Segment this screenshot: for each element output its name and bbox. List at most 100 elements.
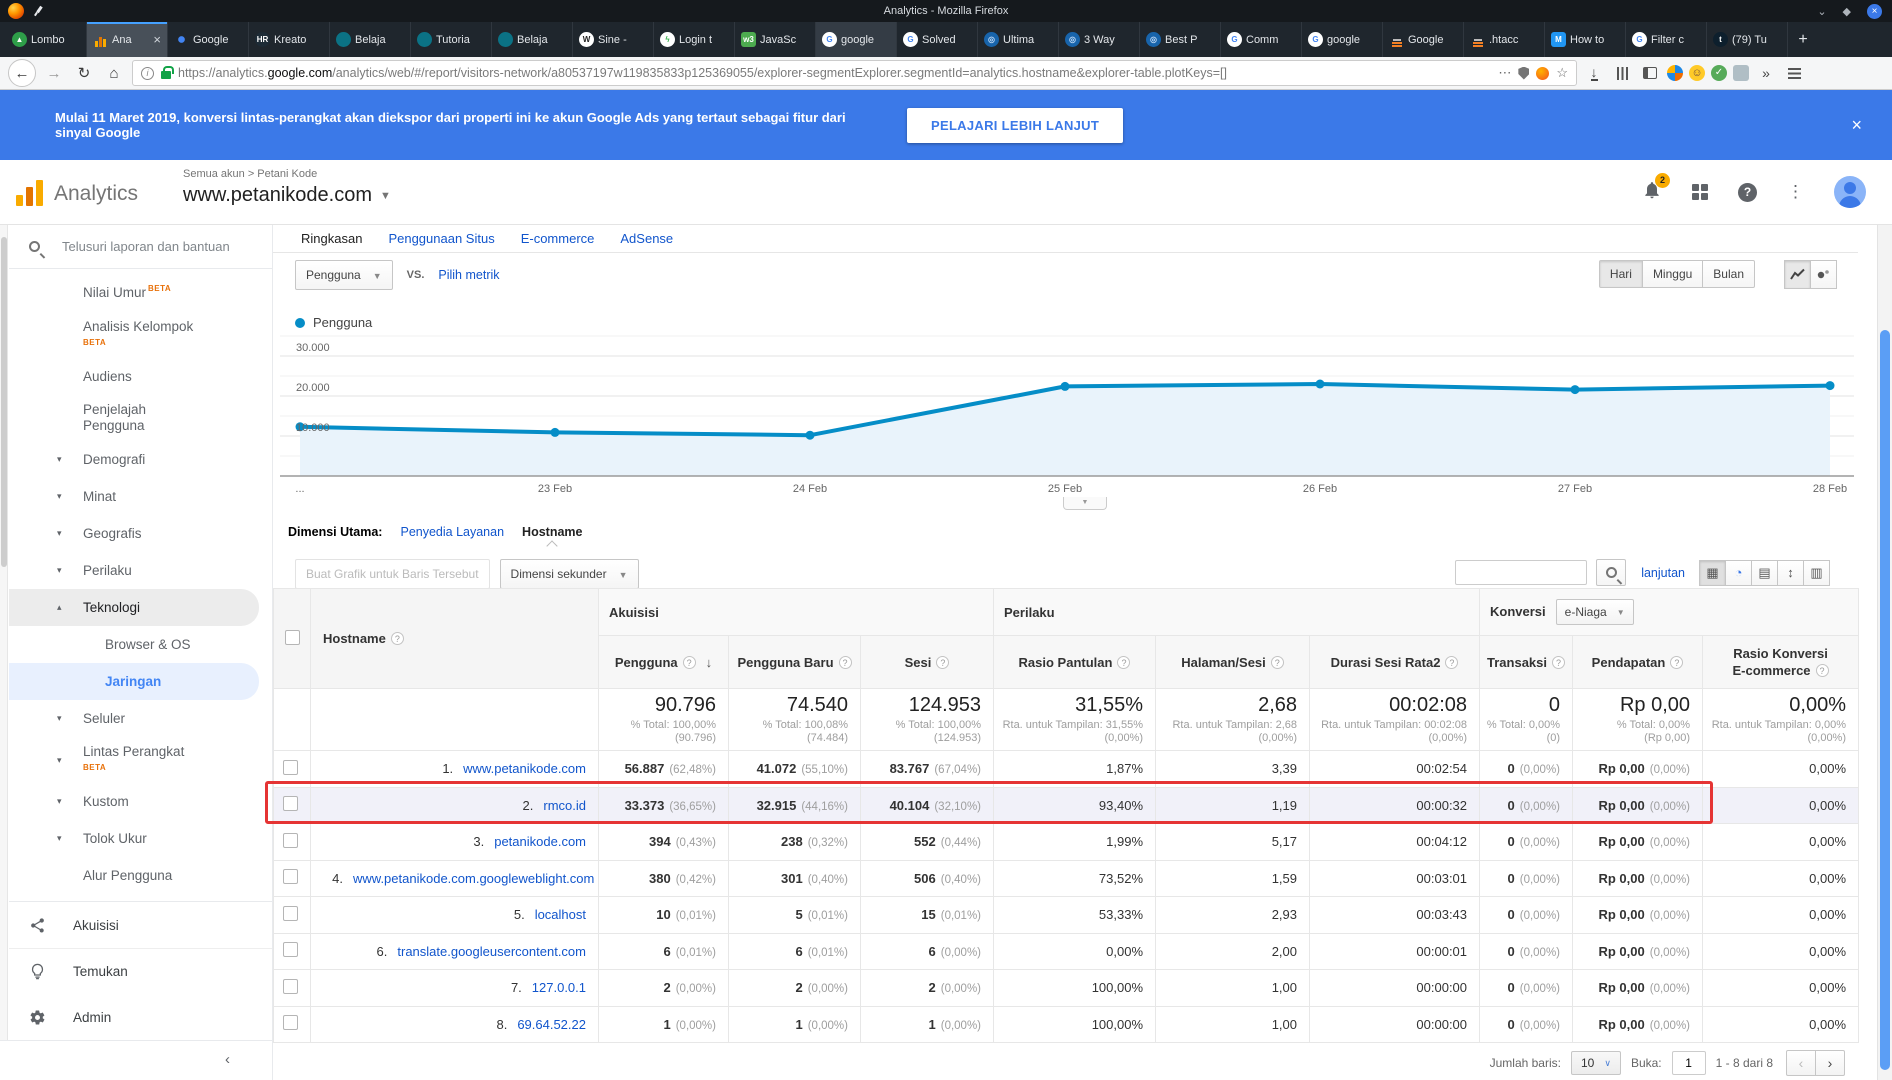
help-icon[interactable]: ? [683, 656, 696, 669]
browser-tab-best-p[interactable]: ◎Best P [1140, 22, 1221, 57]
browser-tab-3-way[interactable]: ◎3 Way [1059, 22, 1140, 57]
hostname-link[interactable]: 127.0.0.1 [532, 980, 586, 995]
browser-tab-tutoria[interactable]: Tutoria [411, 22, 492, 57]
sidebar-item-akuisisi[interactable]: Akuisisi [9, 902, 272, 948]
granularity-hari[interactable]: Hari [1599, 260, 1643, 288]
percentage-view-icon[interactable]: ◔ [1725, 560, 1752, 586]
pivot-view-icon[interactable]: ▥ [1803, 560, 1830, 586]
sidebars-icon[interactable] [1639, 61, 1661, 85]
url-bar[interactable]: i https://analytics.google.com/analytics… [132, 60, 1577, 86]
browser-tab-belaja[interactable]: Belaja [492, 22, 573, 57]
tab-adsense[interactable]: AdSense [620, 231, 673, 246]
secondary-dimension-button[interactable]: Dimensi sekunder▼ [500, 559, 639, 589]
sidebar-item-alur-pengguna[interactable]: Alur Pengguna [9, 857, 272, 894]
column-header-pengguna-baru[interactable]: Pengguna Baru? [729, 636, 861, 689]
extension-green-icon[interactable]: ✓ [1711, 65, 1727, 81]
dimension-active-hostname[interactable]: Hostname [522, 525, 582, 539]
sidebar-item-browser-os[interactable]: Browser & OS [9, 626, 272, 663]
conversion-type-dropdown[interactable]: e-Niaga▼ [1556, 599, 1634, 625]
browser-tab-ana[interactable]: Ana× [87, 22, 168, 57]
downloads-icon[interactable]: ↓ [1583, 61, 1605, 85]
browser-tab-kreato[interactable]: HRKreato [249, 22, 330, 57]
sidebar-item-seluler[interactable]: ▾Seluler [9, 700, 272, 737]
goto-page-input[interactable] [1672, 1051, 1706, 1075]
help-icon[interactable]: ? [1445, 656, 1458, 669]
hostname-link[interactable]: translate.googleusercontent.com [397, 944, 586, 959]
column-header-transaksi[interactable]: Transaksi? [1480, 636, 1573, 689]
browser-tab-google[interactable]: Ggoogle [1302, 22, 1383, 57]
sidebar-search[interactable]: Telusuri laporan dan bantuan [9, 225, 272, 269]
home-button[interactable]: ⌂ [102, 61, 126, 85]
browser-tab-comm[interactable]: GComm [1221, 22, 1302, 57]
previous-page-button[interactable]: ‹ [1786, 1050, 1816, 1076]
sidebar-item-demografi[interactable]: ▾Demografi [9, 441, 272, 478]
browser-tab-filter-c[interactable]: GFilter c [1626, 22, 1707, 57]
hostname-link[interactable]: www.petanikode.com [463, 761, 586, 776]
help-icon[interactable]: ? [1552, 656, 1565, 669]
page-scrollbar[interactable] [1877, 225, 1892, 1080]
shield-icon[interactable] [1518, 67, 1529, 80]
sidebar-item-minat[interactable]: ▾Minat [9, 478, 272, 515]
row-checkbox[interactable] [283, 833, 298, 848]
extension-flame-icon[interactable] [1536, 67, 1549, 80]
granularity-minggu[interactable]: Minggu [1642, 260, 1703, 288]
table-search-input[interactable] [1455, 560, 1587, 585]
column-header-pengguna[interactable]: Pengguna?↓ [599, 636, 729, 689]
row-checkbox[interactable] [283, 869, 298, 884]
pick-metric-link[interactable]: Pilih metrik [438, 268, 499, 282]
sidebar-item-jaringan[interactable]: Jaringan [9, 663, 259, 700]
data-point[interactable] [1571, 385, 1580, 394]
granularity-bulan[interactable]: Bulan [1702, 260, 1755, 288]
sidebar-item-temukan[interactable]: Temukan [9, 948, 272, 994]
back-button[interactable]: ← [8, 59, 36, 87]
hostname-link[interactable]: 69.64.52.22 [517, 1017, 586, 1032]
hostname-link[interactable]: localhost [535, 907, 586, 922]
sidebar-item-admin[interactable]: Admin [9, 994, 272, 1040]
data-point[interactable] [1316, 380, 1325, 389]
sidebar-item-nilai-umur[interactable]: Nilai UmurBETA [9, 275, 272, 312]
breadcrumb[interactable]: Semua akun > Petani Kode [183, 168, 317, 180]
chart-expand-tab[interactable]: ▼ [1063, 497, 1107, 510]
new-tab-button[interactable]: + [1788, 22, 1818, 57]
hostname-link[interactable]: rmco.id [543, 798, 586, 813]
page-actions-icon[interactable]: ⋯ [1498, 65, 1511, 81]
column-header-rasio-konversi[interactable]: Rasio KonversiE-commerce? [1703, 636, 1859, 689]
help-icon[interactable]: ? [1271, 656, 1284, 669]
table-search-button[interactable] [1596, 559, 1626, 586]
sidebar-item-geografis[interactable]: ▾Geografis [9, 515, 272, 552]
sidebar-item-tolok-ukur[interactable]: ▾Tolok Ukur [9, 820, 272, 857]
row-checkbox[interactable] [283, 906, 298, 921]
extension-grey-icon[interactable] [1733, 65, 1749, 81]
property-selector[interactable]: www.petanikode.com ▼ [183, 184, 391, 207]
metric-dropdown[interactable]: Pengguna▼ [295, 260, 393, 290]
browser-tab-lombo[interactable]: ▲Lombo [6, 22, 87, 57]
next-page-button[interactable]: › [1815, 1050, 1845, 1076]
row-checkbox[interactable] [283, 796, 298, 811]
tab-e-commerce[interactable]: E-commerce [521, 231, 595, 246]
column-header-rasio-pantulan[interactable]: Rasio Pantulan? [994, 636, 1156, 689]
column-header-sesi[interactable]: Sesi? [861, 636, 994, 689]
data-point[interactable] [1826, 381, 1835, 390]
browser-tab-how-to[interactable]: MHow to [1545, 22, 1626, 57]
kebab-menu-icon[interactable]: ⋮ [1787, 182, 1804, 202]
avatar[interactable] [1834, 176, 1866, 208]
advanced-link[interactable]: lanjutan [1641, 566, 1685, 580]
hostname-link[interactable]: www.petanikode.com.googleweblight.com [353, 871, 594, 886]
browser-tab-htacc[interactable]: .htacc [1464, 22, 1545, 57]
browser-tab-google[interactable]: Google [168, 22, 249, 57]
scrollbar-thumb[interactable] [1880, 330, 1890, 1070]
sidebar-item-lintas-perangkat[interactable]: ▾Lintas PerangkatBETA [9, 737, 272, 783]
page-info-icon[interactable]: i [141, 67, 154, 80]
library-icon[interactable] [1611, 61, 1633, 85]
sidebar-item-analisis-kelompok[interactable]: Analisis KelompokBETA [9, 312, 272, 358]
browser-tab-79-tu[interactable]: t(79) Tu [1707, 22, 1788, 57]
plot-rows-button[interactable]: Buat Grafik untuk Baris Tersebut [295, 559, 490, 589]
browser-tab-sine[interactable]: WSine - [573, 22, 654, 57]
dimension-link-penyedia-layanan[interactable]: Penyedia Layanan [400, 525, 504, 539]
row-checkbox[interactable] [283, 760, 298, 775]
traffic-chart[interactable]: 10.00020.00030.000 [278, 330, 1858, 482]
sidebar-scrollbar[interactable] [0, 225, 8, 1080]
column-header-durasi-sesi-rata2[interactable]: Durasi Sesi Rata2? [1310, 636, 1480, 689]
column-header-pendapatan[interactable]: Pendapatan? [1573, 636, 1703, 689]
browser-tab-solved[interactable]: GSolved [897, 22, 978, 57]
